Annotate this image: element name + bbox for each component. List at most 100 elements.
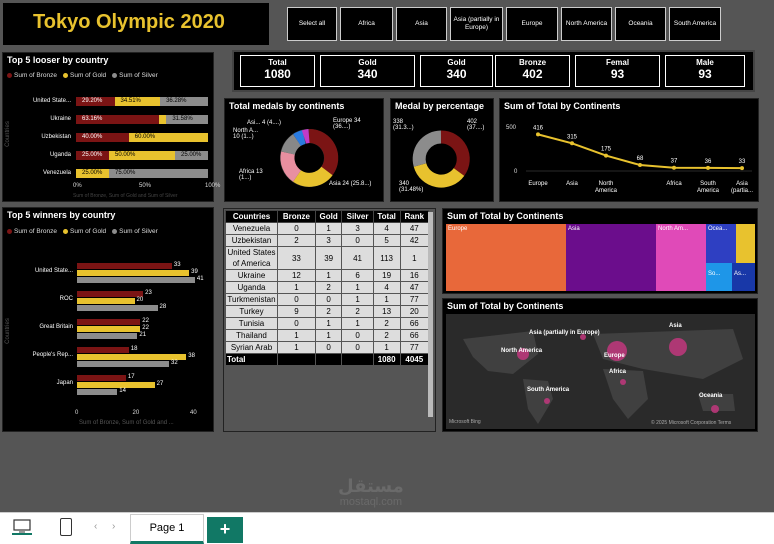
map-label-africa: Africa bbox=[609, 369, 627, 375]
slicer-option[interactable]: Asia (partially in Europe) bbox=[450, 7, 503, 41]
line-point bbox=[570, 141, 574, 146]
looser-bar-segment[interactable]: 63.16% bbox=[76, 115, 160, 124]
looser-bar-segment[interactable]: 36.28% bbox=[160, 97, 208, 106]
table-cell: 1 bbox=[277, 341, 316, 354]
table-total-cell: Total bbox=[225, 353, 278, 366]
slicer-option[interactable]: South America bbox=[669, 7, 721, 41]
table-cell: 16 bbox=[399, 269, 430, 282]
slicer-option[interactable]: Africa bbox=[340, 7, 393, 41]
table-header-cell[interactable]: Total bbox=[372, 210, 401, 223]
looser-bar-segment[interactable]: 75.00% bbox=[109, 169, 208, 178]
medals-by-continent-donut[interactable]: Total medals by continents Asi... 4 (4..… bbox=[224, 98, 384, 202]
winner-bar[interactable] bbox=[77, 298, 135, 304]
donut1-slice-europe bbox=[308, 128, 339, 176]
winner-bar[interactable] bbox=[77, 382, 155, 388]
winner-bar[interactable] bbox=[77, 305, 158, 311]
continent-line-chart[interactable]: Sum of Total by Continents 500 0 416 315 1… bbox=[499, 98, 759, 202]
winner-bar[interactable] bbox=[77, 319, 141, 325]
table-row[interactable]: Syrian Arab 1 0 0 1 77 bbox=[225, 341, 430, 354]
slicer-option[interactable]: Asia bbox=[396, 7, 447, 41]
slicer-option[interactable]: North America bbox=[561, 7, 612, 41]
tab-page-1[interactable]: Page 1 bbox=[130, 514, 204, 544]
table-cell: 77 bbox=[399, 341, 430, 354]
table-row[interactable]: Turkey 9 2 2 13 20 bbox=[225, 305, 430, 318]
line-xlabel-line2: America bbox=[595, 188, 618, 194]
table-row[interactable]: Tunisia 0 1 1 2 66 bbox=[225, 317, 430, 330]
winner-bar[interactable] bbox=[77, 375, 126, 381]
winner-bar[interactable] bbox=[77, 389, 118, 395]
kpi-card: Gold 340 bbox=[420, 55, 493, 87]
table-row[interactable]: Turkmenistan 0 0 1 1 77 bbox=[225, 293, 430, 306]
winner-bar[interactable] bbox=[77, 354, 187, 360]
continent-treemap[interactable]: Sum of Total by Continents Europe Asia N… bbox=[442, 208, 758, 294]
table-header-row: Countries Bronze Gold Silver Total Rank bbox=[225, 210, 430, 223]
continent-map[interactable]: Sum of Total by Continents Asia (partial… bbox=[442, 298, 758, 432]
looser-chart[interactable]: Top 5 looser by country Sum of Bronze Su… bbox=[2, 52, 220, 202]
looser-bar-segment[interactable]: 50.00% bbox=[109, 151, 175, 160]
country-medal-table[interactable]: Countries Bronze Gold Silver Total Rank Venezu… bbox=[225, 210, 430, 366]
table-cell: 77 bbox=[399, 293, 430, 306]
winner-bar[interactable] bbox=[77, 291, 144, 297]
treemap-africa[interactable] bbox=[736, 224, 755, 263]
winner-bar[interactable] bbox=[77, 361, 169, 367]
looser-bar-segment[interactable]: 31.58% bbox=[166, 115, 208, 124]
winner-bar[interactable] bbox=[77, 347, 129, 353]
winner-bar[interactable] bbox=[77, 277, 195, 283]
table-cell: Tunisia bbox=[225, 317, 278, 330]
next-page-icon[interactable]: › bbox=[112, 521, 115, 532]
winner-bar[interactable] bbox=[77, 333, 138, 339]
winners-legend: Sum of Bronze Sum of Gold Sum of Silver bbox=[7, 228, 158, 235]
treemap-asia-partial[interactable]: As... bbox=[732, 263, 755, 291]
winner-bar[interactable] bbox=[77, 326, 141, 332]
looser-bar-segment[interactable]: 25.00% bbox=[175, 151, 208, 160]
map-brand: Microsoft Bing bbox=[449, 419, 481, 425]
report-canvas: Tokyo Olympic 2020 Select all Africa Asia A… bbox=[0, 0, 774, 512]
table-cell: 1 bbox=[314, 317, 343, 330]
looser-bar-segment[interactable]: 25.00% bbox=[76, 169, 109, 178]
table-header-cell[interactable]: Countries bbox=[225, 210, 278, 223]
winner-bar[interactable] bbox=[77, 270, 190, 276]
kpi-card: Femal 93 bbox=[575, 55, 660, 87]
table-header-cell[interactable]: Gold bbox=[314, 210, 343, 223]
winner-bar-value: 18 bbox=[130, 346, 138, 352]
desktop-view-icon[interactable] bbox=[12, 519, 32, 535]
winners-title: Top 5 winners by country bbox=[7, 210, 116, 220]
slicer-option[interactable]: Europe bbox=[506, 7, 558, 41]
table-scrollbar[interactable] bbox=[428, 212, 433, 417]
medal-percentage-donut[interactable]: Medal by percentage 338 (31.3...) 402 (3… bbox=[390, 98, 494, 202]
looser-bar-segment[interactable] bbox=[159, 115, 167, 124]
treemap-oceania[interactable]: Ocea... bbox=[706, 224, 736, 263]
table-row[interactable]: Thailand 1 1 0 2 66 bbox=[225, 329, 430, 342]
treemap-north-america[interactable]: North Am... bbox=[656, 224, 706, 291]
table-header-cell[interactable]: Silver bbox=[341, 210, 374, 223]
winners-chart[interactable]: Top 5 winners by country Sum of Bronze S… bbox=[2, 207, 214, 432]
prev-page-icon[interactable]: ‹ bbox=[94, 521, 97, 532]
slicer-option[interactable]: Select all bbox=[287, 7, 337, 41]
table-row[interactable]: Uganda 1 2 1 4 47 bbox=[225, 281, 430, 294]
winners-ylabel: Countries bbox=[4, 318, 11, 344]
add-page-button[interactable]: + bbox=[207, 517, 243, 543]
table-header-cell[interactable]: Bronze bbox=[277, 210, 316, 223]
slicer-option[interactable]: Oceania bbox=[615, 7, 666, 41]
treemap-south-america[interactable]: So... bbox=[706, 263, 732, 291]
treemap-asia[interactable]: Asia bbox=[566, 224, 656, 291]
table-row[interactable]: United States of America 33 39 41 113 1 bbox=[225, 246, 430, 270]
treemap-europe[interactable]: Europe bbox=[446, 224, 566, 291]
looser-bar-segment[interactable]: 34.51% bbox=[114, 97, 161, 106]
table-row[interactable]: Venezuela 0 1 3 4 47 bbox=[225, 222, 430, 235]
table-header-cell[interactable]: Rank bbox=[399, 210, 430, 223]
table-cell: 113 bbox=[372, 246, 401, 270]
looser-bar-segment[interactable]: 60.00% bbox=[128, 133, 208, 142]
mobile-view-icon[interactable] bbox=[60, 518, 72, 536]
looser-xtick: 50% bbox=[139, 183, 152, 189]
looser-bar-label: 36.28% bbox=[166, 98, 187, 104]
title-banner: Tokyo Olympic 2020 bbox=[3, 3, 269, 45]
looser-bar-label: 25.00% bbox=[181, 152, 202, 158]
winner-bar[interactable] bbox=[77, 263, 172, 269]
table-row[interactable]: Ukraine 12 1 6 19 16 bbox=[225, 269, 430, 282]
table-row[interactable]: Uzbekistan 2 3 0 5 42 bbox=[225, 234, 430, 247]
looser-bar-segment[interactable]: 29.20% bbox=[76, 97, 115, 106]
looser-bar-segment[interactable]: 40.00% bbox=[76, 133, 129, 142]
winner-bar-value: 41 bbox=[196, 276, 204, 282]
looser-bar-segment[interactable]: 25.00% bbox=[76, 151, 109, 160]
